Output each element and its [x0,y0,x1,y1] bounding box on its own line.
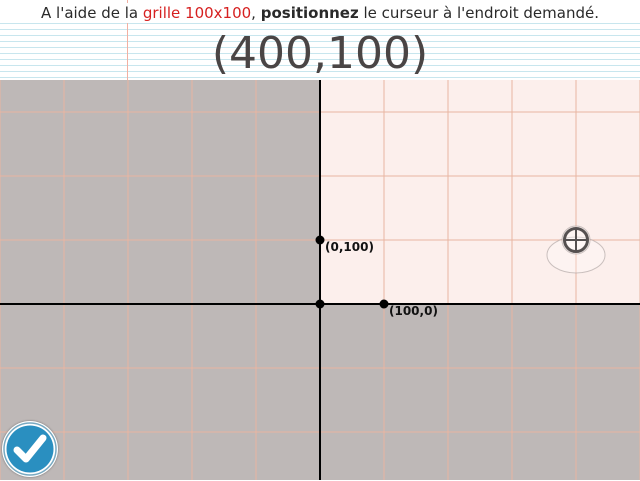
instruction-suffix: le curseur à l'endroit demandé. [358,4,599,22]
instruction-prefix: A l'aide de la [41,4,143,22]
instruction-comma: , [251,4,261,22]
point-100-0 [379,299,389,309]
check-icon [3,422,57,476]
coordinate-grid[interactable]: (0,100) (100,0) [0,80,640,480]
validate-button[interactable] [2,421,58,477]
point-origin [315,299,325,309]
crosshair-icon [546,225,606,274]
point-0-100 [315,235,325,245]
instruction-highlight: grille 100x100 [142,4,252,22]
instruction-bold: positionnez [260,4,359,22]
point-label-100-0: (100,0) [389,304,438,318]
grid-canvas[interactable] [0,80,640,480]
point-label-0-100: (0,100) [325,240,374,254]
target-coordinates: (400,100) [211,28,429,79]
instruction-header: A l'aide de la grille 100x100, positionn… [0,0,640,81]
crosshair-cursor[interactable] [546,219,606,279]
instruction-text: A l'aide de la grille 100x100, positionn… [0,3,640,23]
